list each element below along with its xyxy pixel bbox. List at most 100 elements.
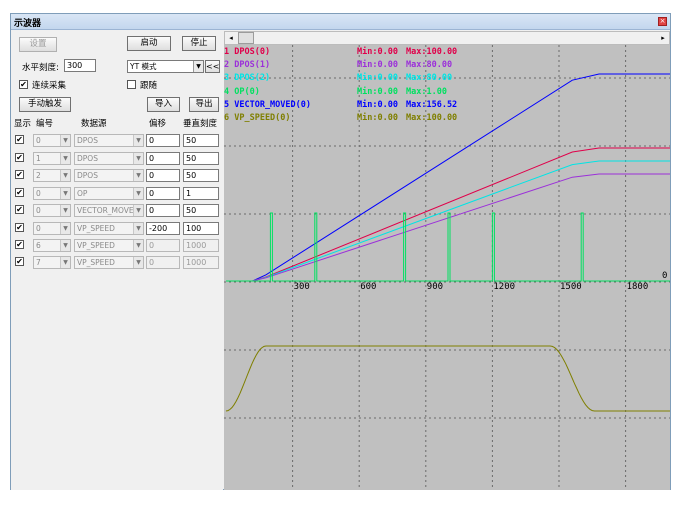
row-id-value: 2: [36, 171, 41, 180]
row-id-select[interactable]: 2 ▼: [33, 169, 71, 182]
row-offset-input[interactable]: 0: [146, 152, 180, 165]
row-id-select[interactable]: 1 ▼: [33, 152, 71, 165]
legend-min: Min:0.00: [357, 60, 398, 71]
row-offset-input[interactable]: 0: [146, 134, 180, 147]
row-show-checkbox[interactable]: ✔: [15, 188, 24, 197]
row-id-value: 0: [36, 189, 41, 198]
row-id-select[interactable]: 7 ▼: [33, 256, 71, 269]
row-source-select[interactable]: VECTOR_MOVED ▼: [74, 204, 144, 217]
row-show-checkbox[interactable]: ✔: [15, 257, 24, 266]
row-offset-input[interactable]: 0: [146, 169, 180, 182]
follow-label: 跟随: [140, 81, 158, 91]
row-source-select[interactable]: VP_SPEED ▼: [74, 256, 144, 269]
chevron-down-icon: ▼: [60, 170, 70, 181]
legend-label: 3 DPOS(2): [224, 73, 271, 84]
row-scale-input[interactable]: 1000: [183, 239, 219, 252]
row-id-select[interactable]: 6 ▼: [33, 239, 71, 252]
row-offset-input[interactable]: 0: [146, 256, 180, 269]
row-source-value: VP_SPEED: [77, 241, 115, 250]
row-show-checkbox[interactable]: ✔: [15, 135, 24, 144]
row-source-select[interactable]: VP_SPEED ▼: [74, 222, 144, 235]
chevron-down-icon: ▼: [133, 205, 143, 216]
grid-lines: [224, 45, 670, 490]
legend-label: 5 VECTOR_MOVED(0): [224, 99, 311, 110]
manual-trigger-button[interactable]: 手动触发: [19, 97, 71, 112]
horizontal-scrollbar[interactable]: ◂ ▸: [224, 31, 670, 45]
import-button[interactable]: 导入: [147, 97, 180, 112]
row-id-value: 0: [36, 136, 41, 145]
row-source-select[interactable]: VP_SPEED ▼: [74, 239, 144, 252]
row-scale-input[interactable]: 1000: [183, 256, 219, 269]
hscale-input[interactable]: 300: [64, 59, 96, 72]
legend-min: Min:0.00: [357, 86, 398, 97]
start-button[interactable]: 启动: [127, 36, 171, 51]
row-scale-input[interactable]: 50: [183, 134, 219, 147]
header-scale: 垂直刻度: [183, 119, 218, 129]
chevron-down-icon: ▼: [60, 188, 70, 199]
mode-select-value: YT 模式: [130, 62, 157, 71]
x-tick-label: 600: [360, 282, 376, 292]
scroll-left-icon[interactable]: ◂: [225, 32, 237, 44]
header-show: 显示: [14, 119, 32, 129]
row-id-value: 0: [36, 206, 41, 215]
legend-max: Max:80.00: [406, 60, 453, 71]
row-id-value: 0: [36, 224, 41, 233]
row-show-checkbox[interactable]: ✔: [15, 223, 24, 232]
row-offset-input[interactable]: 0: [146, 187, 180, 200]
continuous-checkbox[interactable]: ✔: [19, 80, 28, 89]
row-id-select[interactable]: 0 ▼: [33, 187, 71, 200]
chevron-down-icon: ▼: [133, 257, 143, 268]
legend-min: Min:0.00: [357, 113, 398, 123]
legend-max: Max:100.00: [406, 47, 458, 57]
oscilloscope-window: 示波器 × 设置 启动 停止 水平刻度: 300 YT 模式 ▼ << ✔ 连续…: [10, 13, 671, 490]
row-source-value: DPOS: [77, 154, 98, 163]
row-source-select[interactable]: DPOS ▼: [74, 169, 144, 182]
close-icon[interactable]: ×: [658, 17, 667, 26]
row-show-checkbox[interactable]: ✔: [15, 205, 24, 214]
row-source-select[interactable]: DPOS ▼: [74, 152, 144, 165]
row-id-select[interactable]: 0 ▼: [33, 204, 71, 217]
chevron-down-icon: ▼: [133, 153, 143, 164]
title-bar: 示波器 ×: [11, 14, 670, 30]
row-offset-input[interactable]: -200: [146, 222, 180, 235]
stop-button[interactable]: 停止: [182, 36, 216, 51]
row-source-value: VECTOR_MOVED: [77, 206, 140, 215]
scope-chart: 300 600 900 1200 1500 1800 0: [224, 45, 670, 490]
row-scale-input[interactable]: 50: [183, 152, 219, 165]
row-scale-input[interactable]: 100: [183, 222, 219, 235]
chevron-down-icon: ▼: [60, 153, 70, 164]
row-source-select[interactable]: OP ▼: [74, 187, 144, 200]
row-show-checkbox[interactable]: ✔: [15, 170, 24, 179]
mode-select[interactable]: YT 模式 ▼: [127, 60, 204, 73]
legend-max: Max:1.00: [406, 86, 447, 97]
row-scale-input[interactable]: 50: [183, 169, 219, 182]
row-id-select[interactable]: 0 ▼: [33, 222, 71, 235]
row-id-value: 6: [36, 241, 41, 250]
row-source-value: VP_SPEED: [77, 224, 115, 233]
x-tick-label: 900: [427, 282, 443, 292]
scroll-right-icon[interactable]: ▸: [657, 32, 669, 44]
chevron-down-icon: ▼: [60, 240, 70, 251]
row-scale-input[interactable]: 1: [183, 187, 219, 200]
settings-button[interactable]: 设置: [19, 37, 57, 52]
x-tick-label: 1500: [560, 282, 582, 292]
row-source-value: DPOS: [77, 136, 98, 145]
chevron-down-icon: ▼: [133, 170, 143, 181]
row-offset-input[interactable]: 0: [146, 239, 180, 252]
x-tick-label: 300: [294, 282, 310, 292]
row-show-checkbox[interactable]: ✔: [15, 153, 24, 162]
row-show-checkbox[interactable]: ✔: [15, 240, 24, 249]
row-id-select[interactable]: 0 ▼: [33, 134, 71, 147]
collapse-button[interactable]: <<: [205, 60, 220, 73]
row-source-select[interactable]: DPOS ▼: [74, 134, 144, 147]
row-offset-input[interactable]: 0: [146, 204, 180, 217]
row-source-value: OP: [77, 189, 88, 198]
row-source-value: VP_SPEED: [77, 258, 115, 267]
chevron-down-icon: ▼: [133, 240, 143, 251]
export-button[interactable]: 导出: [189, 97, 219, 112]
follow-checkbox[interactable]: [127, 80, 136, 89]
row-scale-input[interactable]: 50: [183, 204, 219, 217]
scrollbar-thumb[interactable]: [238, 32, 254, 44]
control-panel: 设置 启动 停止 水平刻度: 300 YT 模式 ▼ << ✔ 连续采集 跟随 …: [11, 31, 223, 490]
chevron-down-icon: ▼: [60, 135, 70, 146]
